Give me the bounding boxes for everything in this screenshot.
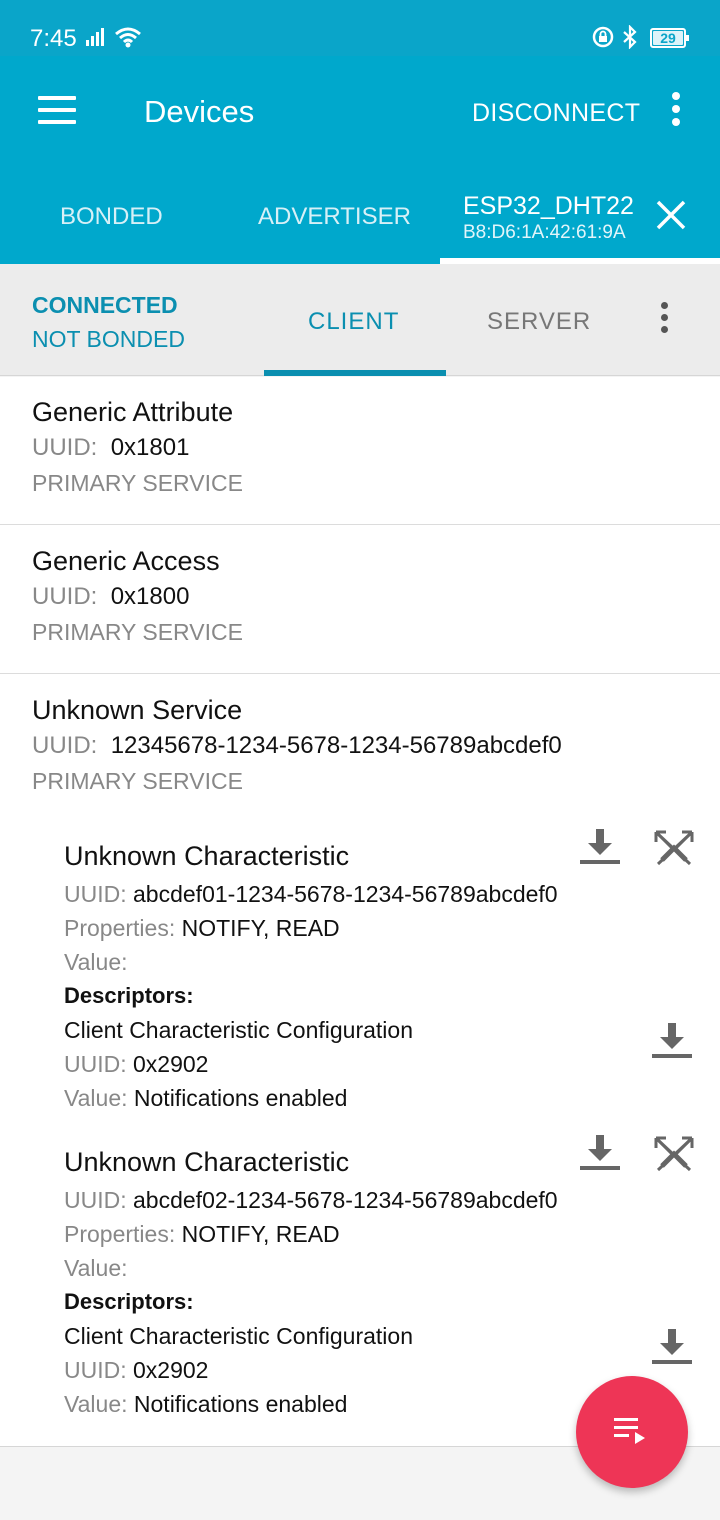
properties-value: NOTIFY, READ (181, 915, 340, 941)
properties-value: NOTIFY, READ (181, 1221, 340, 1247)
properties-label: Properties: (64, 915, 176, 941)
status-time: 7:45 (30, 25, 77, 52)
uuid-label: UUID: (64, 1357, 127, 1383)
log-fab-button[interactable] (576, 1376, 688, 1488)
value-label: Value: (64, 1391, 128, 1417)
client-tab-indicator (264, 370, 446, 376)
service-name: Generic Attribute (32, 397, 234, 427)
characteristic-uuid: UUID: abcdef01-1234-5678-1234-56789abcde… (64, 879, 558, 909)
battery-indicator: 29 (650, 28, 689, 48)
more-options-icon[interactable] (664, 92, 688, 132)
tab-device-mac: B8:D6:1A:42:61:9A (463, 222, 626, 243)
characteristic-properties: Properties: NOTIFY, READ (64, 913, 340, 943)
service-uuid: UUID: 0x1801 (32, 433, 189, 463)
uuid-value: 0x1800 (110, 583, 190, 610)
download-icon[interactable] (651, 1023, 693, 1059)
uuid-label: UUID: (32, 732, 98, 759)
value-label: Value: (64, 1085, 128, 1111)
uuid-value: abcdef02-1234-5678-1234-56789abcdef0 (133, 1187, 558, 1213)
characteristic-value: Value: (64, 947, 128, 977)
more-options-icon[interactable] (654, 302, 674, 342)
uuid-value: 0x1801 (110, 434, 190, 461)
connection-status: CONNECTED (32, 292, 178, 318)
tab-server[interactable]: SERVER (487, 307, 591, 337)
tab-bonded[interactable]: BONDED (60, 202, 163, 232)
characteristic-name: Unknown Characteristic (64, 841, 350, 871)
battery-level: 29 (660, 30, 676, 46)
connection-bar: CONNECTED NOT BONDED CLIENT SERVER (0, 264, 720, 376)
uuid-label: UUID: (64, 1051, 127, 1077)
descriptor-name: Client Characteristic Configuration (64, 1017, 413, 1043)
status-bar: 7:45 29 (0, 0, 720, 56)
service-item[interactable]: Unknown Service UUID: 12345678-1234-5678… (0, 674, 720, 1447)
notifications-disabled-icon[interactable] (654, 828, 694, 866)
wifi-icon (115, 27, 141, 48)
service-item[interactable]: Generic Attribute UUID: 0x1801 PRIMARY S… (0, 377, 720, 524)
value-text: Notifications enabled (133, 1085, 348, 1111)
log-list-icon (614, 1418, 645, 1444)
uuid-label: UUID: (32, 583, 98, 610)
descriptor-value: Value: Notifications enabled (64, 1083, 347, 1113)
bluetooth-icon (623, 25, 637, 49)
bond-status: NOT BONDED (32, 326, 185, 352)
service-name: Generic Access (32, 546, 220, 576)
characteristic-name: Unknown Characteristic (64, 1147, 350, 1177)
descriptor-uuid: UUID: 0x2902 (64, 1355, 208, 1385)
services-list: Generic Attribute UUID: 0x1801 PRIMARY S… (0, 377, 720, 1447)
app-bar: Devices DISCONNECT BONDED ADVERTISER ESP… (0, 56, 720, 264)
descriptors-heading: Descriptors: (64, 983, 194, 1008)
characteristic-uuid: UUID: abcdef02-1234-5678-1234-56789abcde… (64, 1185, 558, 1215)
descriptor-uuid: UUID: 0x2902 (64, 1049, 208, 1079)
uuid-value: 0x2902 (133, 1051, 209, 1077)
uuid-value: abcdef01-1234-5678-1234-56789abcdef0 (133, 881, 558, 907)
rotation-lock-icon (592, 26, 614, 48)
properties-label: Properties: (64, 1221, 176, 1247)
service-uuid: UUID: 0x1800 (32, 582, 189, 612)
uuid-label: UUID: (64, 881, 127, 907)
tab-advertiser[interactable]: ADVERTISER (258, 202, 411, 232)
service-uuid: UUID: 12345678-1234-5678-1234-56789abcde… (32, 731, 562, 761)
descriptor-name: Client Characteristic Configuration (64, 1323, 413, 1349)
disconnect-button[interactable]: DISCONNECT (472, 98, 640, 128)
value-text: Notifications enabled (133, 1391, 348, 1417)
tab-device-name[interactable]: ESP32_DHT22 (463, 192, 634, 220)
cellular-signal-icon (86, 28, 104, 46)
uuid-label: UUID: (64, 1187, 127, 1213)
descriptors-heading: Descriptors: (64, 1289, 194, 1314)
download-icon[interactable] (651, 1329, 693, 1365)
value-label: Value: (64, 1255, 128, 1281)
tab-client[interactable]: CLIENT (308, 307, 399, 337)
uuid-label: UUID: (32, 434, 98, 461)
service-name: Unknown Service (32, 695, 243, 725)
service-type: PRIMARY SERVICE (32, 470, 243, 496)
uuid-value: 0x2902 (133, 1357, 209, 1383)
uuid-value: 12345678-1234-5678-1234-56789abcdef0 (110, 732, 562, 759)
value-label: Value: (64, 949, 128, 975)
download-icon[interactable] (579, 829, 621, 865)
close-icon[interactable] (654, 198, 688, 232)
characteristic-value: Value: (64, 1253, 128, 1283)
hamburger-menu-icon[interactable] (38, 96, 76, 124)
notifications-disabled-icon[interactable] (654, 1134, 694, 1172)
service-type: PRIMARY SERVICE (32, 619, 243, 645)
service-item[interactable]: Generic Access UUID: 0x1800 PRIMARY SERV… (0, 525, 720, 673)
descriptor-value: Value: Notifications enabled (64, 1389, 347, 1419)
download-icon[interactable] (579, 1135, 621, 1171)
page-title: Devices (144, 94, 255, 129)
service-type: PRIMARY SERVICE (32, 768, 243, 794)
characteristic-properties: Properties: NOTIFY, READ (64, 1219, 340, 1249)
